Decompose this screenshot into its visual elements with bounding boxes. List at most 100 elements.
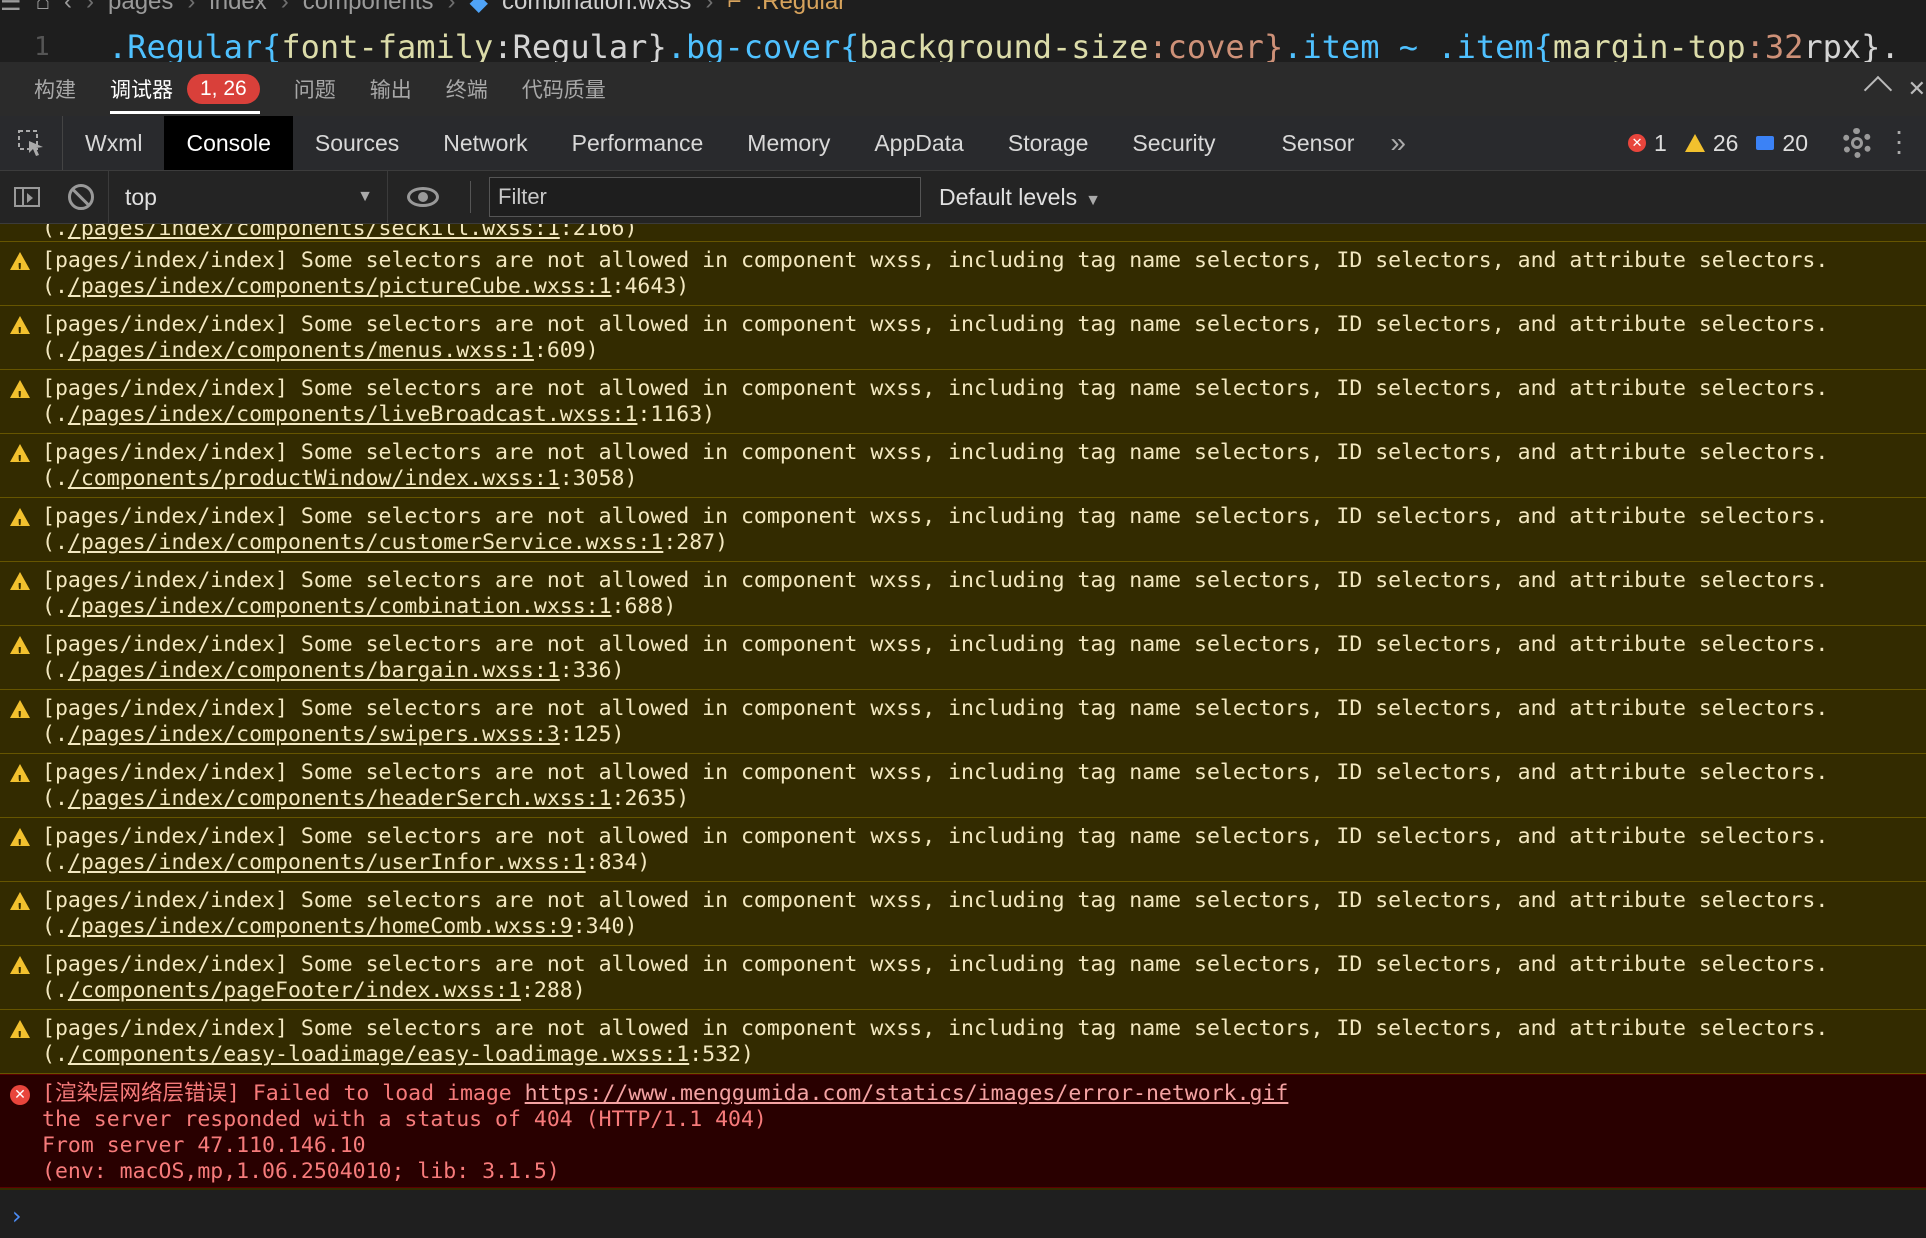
code-token: :cover} (1148, 28, 1284, 62)
tab-storage[interactable]: Storage (986, 116, 1111, 170)
tab-appdata[interactable]: AppData (852, 116, 986, 170)
source-link[interactable]: /pages/index/components/menus.wxss:1 (68, 338, 534, 363)
warning-icon (10, 252, 30, 281)
sidebar-toggle-button[interactable] (0, 171, 54, 223)
log-levels-select[interactable]: Default levels ▼ (939, 184, 1101, 211)
code-line[interactable]: .Regular{font-family:Regular}.bg-cover{b… (108, 28, 1900, 62)
log-message-warning: [pages/index/index] Some selectors are n… (0, 690, 1926, 754)
tab-code-quality[interactable]: 代码质量 (522, 62, 606, 116)
clear-icon (68, 184, 94, 210)
breadcrumb-item[interactable]: components (303, 0, 434, 16)
source-link[interactable]: /pages/index/components/customerService.… (68, 530, 663, 555)
source-link[interactable]: /pages/index/components/userInfor.wxss:1 (68, 850, 586, 875)
tab-label: 代码质量 (521, 79, 606, 102)
message-counts[interactable]: ✕ 1 26 20 (1628, 116, 1808, 170)
source-link[interactable]: /pages/index/components/seckill.wxss:1 (68, 224, 560, 241)
code-token: .Regular{ (108, 28, 282, 62)
breadcrumb-item[interactable]: pages (108, 0, 173, 16)
error-url-link[interactable]: https://www.menggumida.com/statics/image… (525, 1081, 1289, 1106)
tab-network[interactable]: Network (421, 116, 549, 170)
clear-console-button[interactable] (54, 171, 108, 223)
source-position: :288) (520, 978, 586, 1003)
warning-text: [pages/index/index] Some selectors are n… (42, 248, 1829, 273)
source-link[interactable]: /pages/index/components/homeComb.wxss:9 (68, 914, 573, 939)
source-position: :609) (533, 338, 599, 363)
inspect-element-icon[interactable] (0, 116, 63, 170)
tab-sources[interactable]: Sources (293, 116, 421, 170)
tab-debugger[interactable]: 调试器 1, 26 (110, 62, 260, 116)
code-token: font-family (281, 28, 494, 62)
console-toolbar: top ▼ Filter Default levels ▼ (0, 171, 1926, 224)
warning-text: [pages/index/index] Some selectors are n… (42, 1016, 1829, 1041)
divider (470, 181, 471, 213)
menu-icon[interactable]: ☰ (0, 0, 22, 17)
source-link[interactable]: /components/pageFooter/index.wxss:1 (68, 978, 521, 1003)
source-link[interactable]: /pages/index/components/combination.wxss… (68, 594, 612, 619)
source-position: :3058) (559, 466, 638, 491)
source-position: :2635) (611, 786, 690, 811)
source-link[interactable]: /pages/index/components/swipers.wxss:3 (68, 722, 560, 747)
editor-strip: ☰ ⌂ ‹ › pages › index › components › ◆ c… (0, 0, 1926, 62)
warning-text: [pages/index/index] Some selectors are n… (42, 696, 1829, 721)
warning-icon (10, 444, 30, 473)
live-expression-button[interactable] (388, 171, 458, 223)
breadcrumb-item[interactable]: index (209, 0, 266, 16)
breadcrumb-file[interactable]: combination.wxss (502, 0, 691, 16)
tab-sensor[interactable]: Sensor (1238, 116, 1377, 170)
code-token: background-size (859, 28, 1149, 62)
log-message-warning: [pages/index/index] Some selectors are n… (0, 626, 1926, 690)
context-value: top (125, 183, 157, 210)
devtools-tabs: Wxml Console Sources Network Performance… (0, 116, 1926, 171)
source-position: :532) (689, 1042, 754, 1067)
tab-memory[interactable]: Memory (725, 116, 852, 170)
tab-label: 构建 (34, 79, 76, 102)
code-token: :32 (1745, 28, 1804, 62)
filter-input[interactable]: Filter (489, 177, 921, 217)
warning-icon (10, 956, 30, 985)
source-position: :340) (572, 914, 638, 939)
tab-performance[interactable]: Performance (550, 116, 726, 170)
log-levels-value: Default levels (939, 183, 1078, 210)
source-link[interactable]: /pages/index/components/headerSerch.wxss… (68, 786, 612, 811)
tab-label: 终端 (445, 79, 488, 102)
code-token: .bg-cover{ (666, 28, 860, 62)
log-message-warning: [pages/index/index] Some selectors are n… (0, 1010, 1926, 1074)
code-token: rpx}. (1803, 28, 1900, 62)
error-detail: From server 47.110.146.10 (42, 1133, 366, 1158)
bookmark-icon[interactable]: ⌂ (36, 0, 51, 16)
gear-icon[interactable] (1842, 128, 1872, 158)
warning-text: [pages/index/index] Some selectors are n… (42, 824, 1829, 849)
source-link[interactable]: /pages/index/components/pictureCube.wxss… (68, 274, 612, 299)
more-options-icon[interactable]: · · · (1894, 117, 1904, 165)
source-link[interactable]: /components/easy-loadimage/easy-loadimag… (68, 1042, 689, 1067)
source-link[interactable]: /pages/index/components/bargain.wxss:1 (68, 658, 560, 683)
tab-security[interactable]: Security (1110, 116, 1237, 170)
tab-terminal[interactable]: 终端 (446, 62, 488, 116)
tab-problems[interactable]: 问题 (294, 62, 336, 116)
context-select[interactable]: top ▼ (108, 171, 388, 223)
warning-icon (10, 828, 30, 857)
breadcrumb: ☰ ⌂ ‹ › pages › index › components › ◆ c… (0, 0, 846, 17)
warning-icon (1684, 134, 1705, 152)
more-tabs-icon[interactable]: » (1376, 127, 1420, 159)
breadcrumb-symbol[interactable]: .Regular (755, 0, 846, 16)
warning-text: [pages/index/index] Some selectors are n… (42, 312, 1829, 337)
close-icon[interactable]: ✕ (1908, 76, 1926, 102)
source-link[interactable]: /pages/index/components/liveBroadcast.wx… (68, 402, 638, 427)
panel-tabs: 构建 调试器 1, 26 问题 输出 终端 代码质量 ✕ (0, 62, 1926, 116)
warning-count: 26 (1712, 129, 1739, 156)
error-detail: (env: macOS,mp,1.06.2504010; lib: 3.1.5) (42, 1159, 560, 1184)
chevron-up-icon[interactable] (1863, 75, 1893, 105)
log-message-warning: [pages/index/index] Some selectors are n… (0, 498, 1926, 562)
tab-build[interactable]: 构建 (34, 62, 76, 116)
error-prefix: [渲染层网络层错误] Failed to load image (42, 1081, 525, 1106)
source-link[interactable]: /components/productWindow/index.wxss:1 (68, 466, 560, 491)
tab-console[interactable]: Console (164, 116, 293, 170)
tab-output[interactable]: 输出 (370, 62, 412, 116)
chevron-down-icon: ▼ (357, 188, 373, 205)
log-message-warning: (./pages/index/components/seckill.wxss:1… (0, 224, 1926, 242)
tab-wxml[interactable]: Wxml (63, 116, 164, 170)
console-log[interactable]: (./pages/index/components/seckill.wxss:1… (0, 224, 1926, 1190)
back-icon[interactable]: ‹ (64, 0, 72, 16)
console-prompt[interactable]: › (0, 1190, 1926, 1238)
